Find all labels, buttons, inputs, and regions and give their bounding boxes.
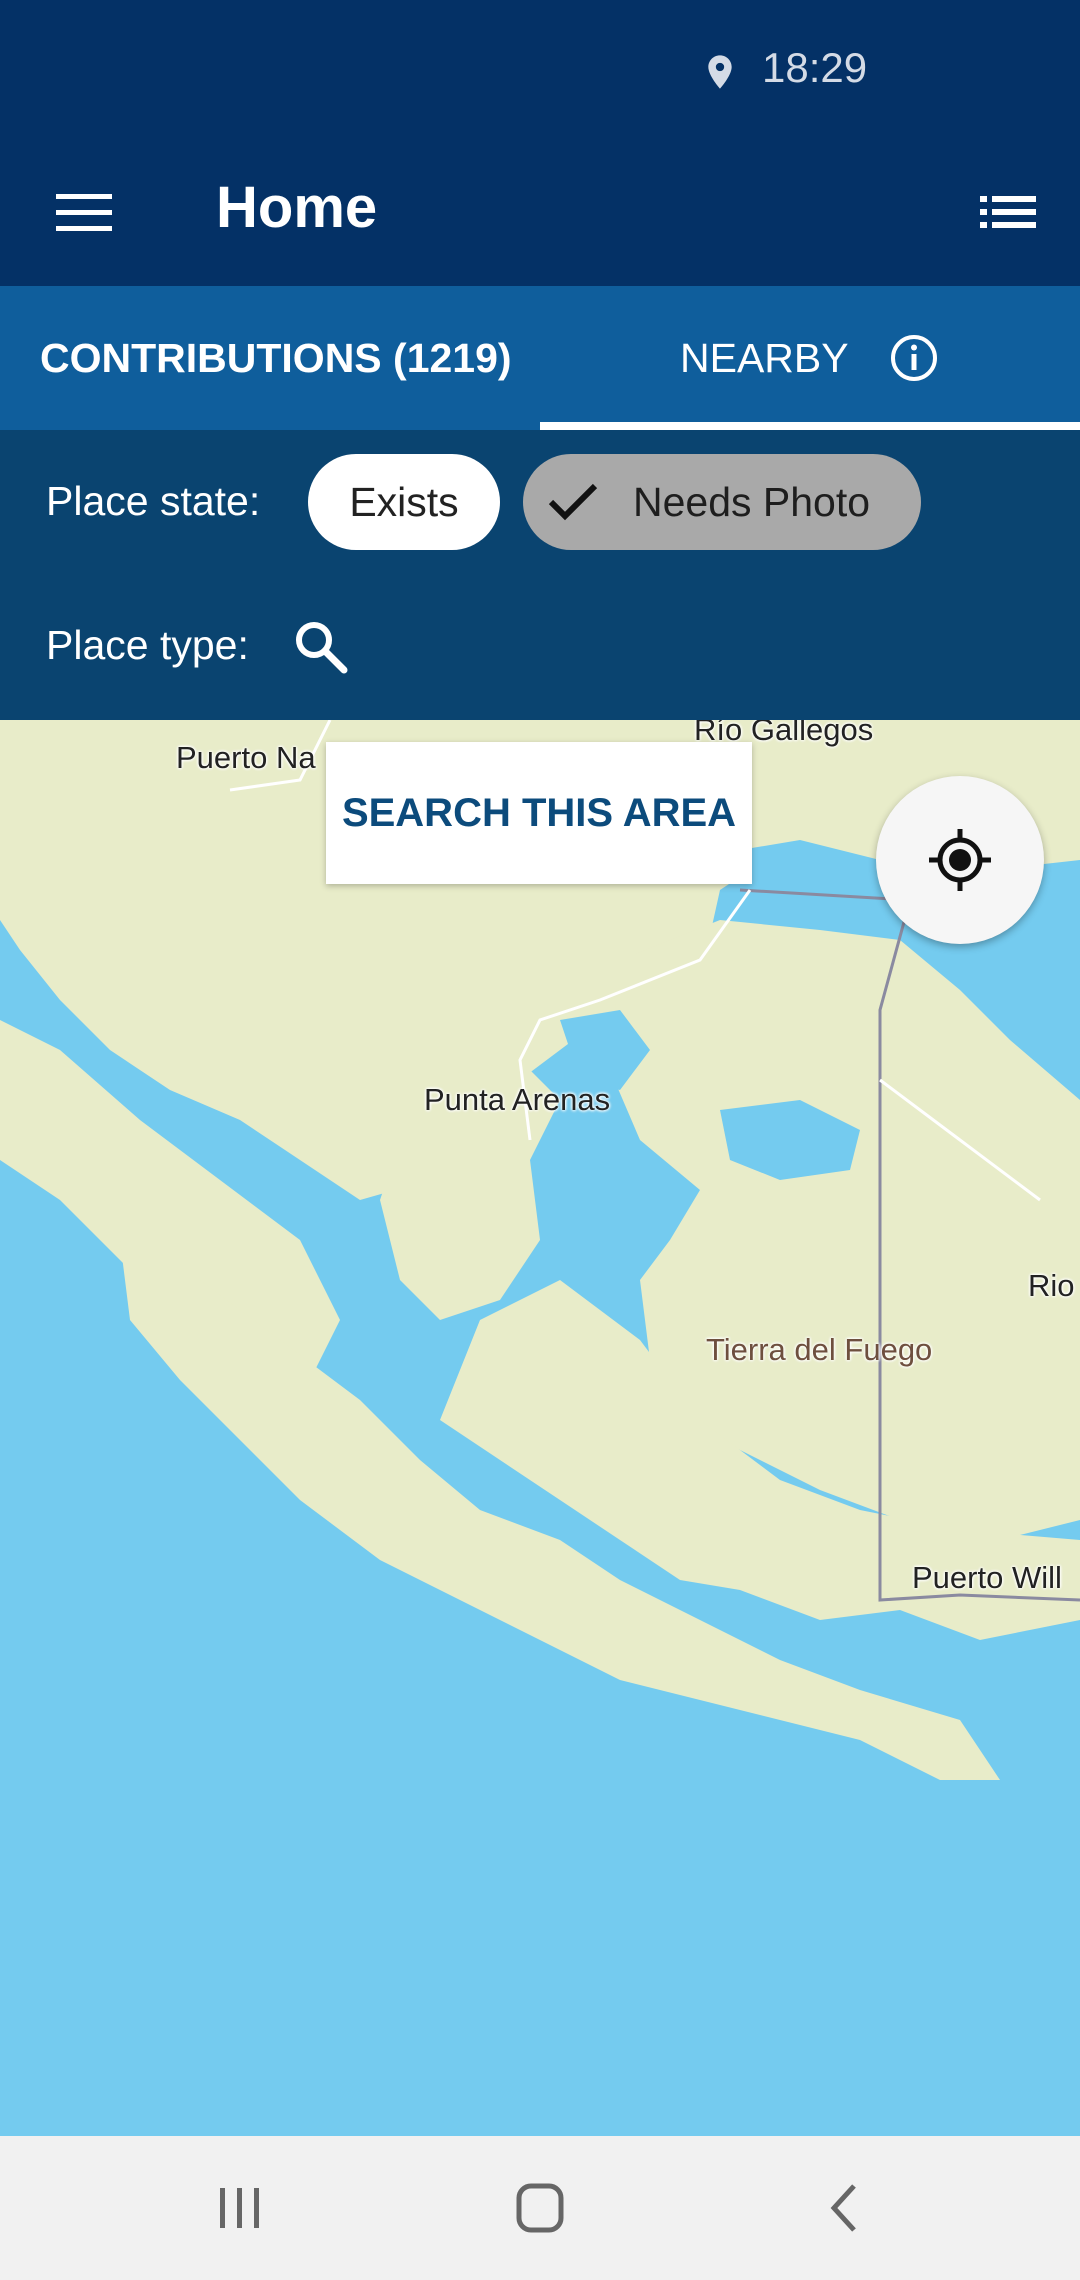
chip-needs-photo[interactable]: Needs Photo [523, 454, 921, 550]
map-label-rio-grande: Rio [1028, 1268, 1075, 1303]
tab-contributions-label: CONTRIBUTIONS (1219) [40, 334, 512, 381]
map-label-puerto-natales: Puerto Na [176, 740, 316, 775]
home-icon[interactable] [510, 2180, 570, 2236]
chip-needs-photo-label: Needs Photo [633, 478, 871, 525]
status-time: 18:29 [762, 44, 868, 91]
back-icon[interactable] [816, 2180, 876, 2236]
chip-exists-label: Exists [349, 478, 459, 525]
location-pin-icon [708, 55, 732, 89]
info-icon[interactable] [888, 332, 940, 384]
app-bar: Home [0, 140, 1080, 286]
search-icon[interactable] [290, 616, 352, 678]
search-this-area-button[interactable]: SEARCH THIS AREA [326, 742, 752, 884]
page-title: Home [216, 175, 378, 240]
map-label-tierra-del-fuego: Tierra del Fuego [706, 1332, 933, 1367]
tab-contributions[interactable]: CONTRIBUTIONS (1219) [0, 286, 540, 430]
tab-indicator [540, 422, 1080, 430]
my-location-button[interactable] [876, 776, 1044, 944]
checkmark-icon [548, 483, 598, 521]
tab-nearby-label: NEARBY [680, 334, 849, 381]
recent-apps-icon[interactable] [210, 2180, 270, 2236]
chip-exists[interactable]: Exists [308, 454, 500, 550]
hamburger-menu-icon[interactable] [48, 180, 120, 244]
list-view-icon[interactable] [972, 182, 1044, 242]
place-state-label: Place state: [46, 478, 261, 524]
system-nav-bar [0, 2136, 1080, 2280]
filter-panel: Place state: Exists Needs Photo Place ty… [0, 430, 1080, 720]
status-bar: 18:29 [0, 0, 1080, 140]
map-view[interactable]: Puerto Na Río Gallegos Punta Arenas Rio … [0, 720, 1080, 2136]
place-type-label: Place type: [46, 622, 249, 668]
tab-nearby[interactable]: NEARBY [540, 286, 1080, 430]
map-label-punta-arenas: Punta Arenas [424, 1082, 611, 1117]
tab-bar: CONTRIBUTIONS (1219) NEARBY [0, 286, 1080, 430]
my-location-icon [929, 829, 991, 891]
search-this-area-label: SEARCH THIS AREA [341, 790, 737, 835]
map-label-puerto-williams: Puerto Will [912, 1560, 1062, 1595]
